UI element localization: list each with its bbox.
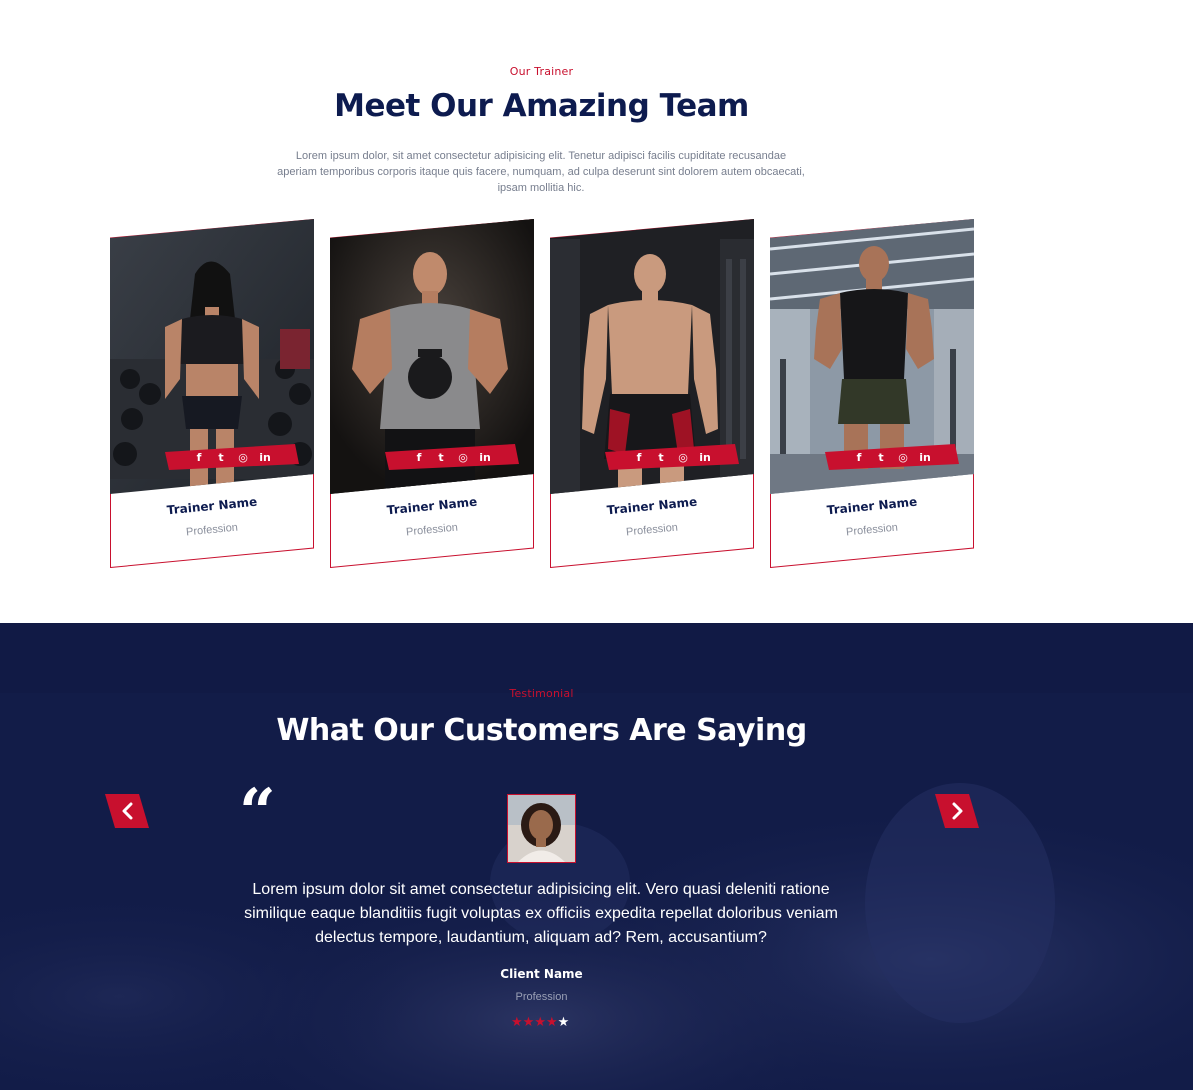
team-title: Meet Our Amazing Team bbox=[334, 88, 749, 124]
twitter-icon[interactable]: t bbox=[652, 448, 670, 466]
testimonial-eyebrow: Testimonial bbox=[509, 687, 574, 700]
facebook-icon[interactable]: f bbox=[190, 448, 208, 466]
linkedin-icon[interactable]: in bbox=[696, 448, 714, 466]
linkedin-icon[interactable]: in bbox=[256, 448, 274, 466]
twitter-icon[interactable]: t bbox=[212, 448, 230, 466]
facebook-icon[interactable]: f bbox=[850, 448, 868, 466]
previous-button[interactable] bbox=[105, 794, 149, 828]
chevron-right-icon bbox=[935, 794, 979, 828]
twitter-icon[interactable]: t bbox=[872, 448, 890, 466]
star-icon: ★ bbox=[534, 1014, 546, 1029]
social-links: f t ◎ in bbox=[165, 444, 299, 470]
trainer-card: f t ◎ in Trainer Name Profession bbox=[330, 219, 534, 568]
social-links: f t ◎ in bbox=[825, 444, 959, 470]
trainer-card: f t ◎ in Trainer Name Profession bbox=[770, 219, 974, 568]
star-icon: ★ bbox=[522, 1014, 535, 1029]
testimonial-title: What Our Customers Are Saying bbox=[276, 713, 807, 748]
twitter-icon[interactable]: t bbox=[432, 448, 450, 466]
social-links: f t ◎ in bbox=[605, 444, 739, 470]
instagram-icon[interactable]: ◎ bbox=[454, 448, 472, 466]
social-links: f t ◎ in bbox=[385, 444, 519, 470]
rating-stars: ★ ★ ★ ★ ★ bbox=[511, 1014, 569, 1030]
client-name: Client Name bbox=[500, 967, 583, 981]
linkedin-icon[interactable]: in bbox=[476, 448, 494, 466]
testimonial-section: Testimonial What Our Customers Are Sayin… bbox=[0, 623, 1193, 1090]
next-button[interactable] bbox=[935, 794, 979, 828]
facebook-icon[interactable]: f bbox=[630, 448, 648, 466]
star-icon: ★ bbox=[511, 1014, 523, 1029]
team-section: Our Trainer Meet Our Amazing Team Lorem … bbox=[0, 0, 1193, 623]
star-icon: ★ bbox=[545, 1014, 558, 1029]
instagram-icon[interactable]: ◎ bbox=[674, 448, 692, 466]
quote-icon: “ bbox=[239, 775, 276, 850]
facebook-icon[interactable]: f bbox=[410, 448, 428, 466]
team-eyebrow: Our Trainer bbox=[509, 65, 574, 78]
trainer-card: f t ◎ in Trainer Name Profession bbox=[550, 219, 754, 568]
client-avatar bbox=[507, 794, 576, 863]
testimonial-text: Lorem ipsum dolor sit amet consectetur a… bbox=[244, 881, 838, 946]
linkedin-icon[interactable]: in bbox=[916, 448, 934, 466]
chevron-left-icon bbox=[105, 794, 149, 828]
team-intro: Lorem ipsum dolor, sit amet consectetur … bbox=[277, 150, 805, 194]
instagram-icon[interactable]: ◎ bbox=[894, 448, 912, 466]
client-profession: Profession bbox=[515, 991, 568, 1003]
star-icon: ★ bbox=[557, 1014, 570, 1029]
instagram-icon[interactable]: ◎ bbox=[234, 448, 252, 466]
trainer-card: f t ◎ in Trainer Name Profession bbox=[110, 219, 314, 568]
